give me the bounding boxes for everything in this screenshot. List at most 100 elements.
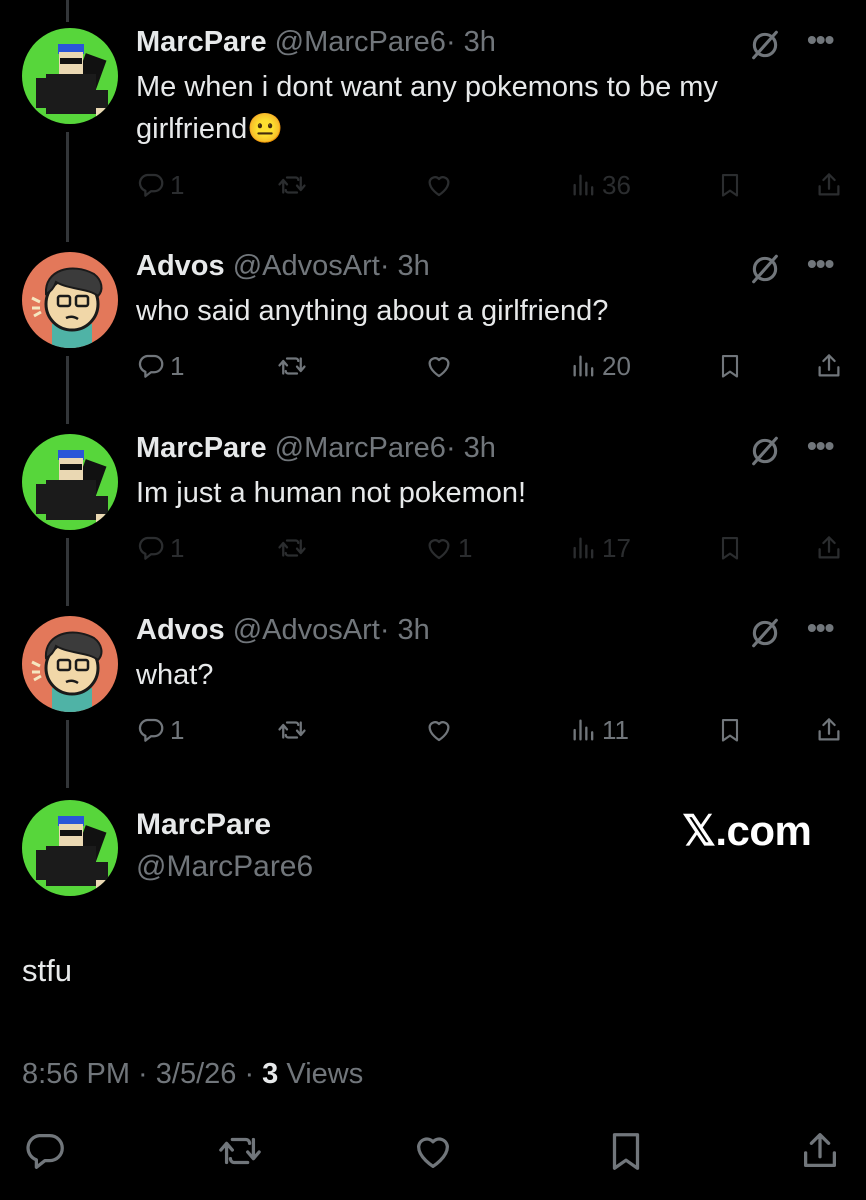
reply-button[interactable]: 1 [136, 528, 184, 568]
views-icon [573, 355, 594, 377]
author-name[interactable]: MarcPare [136, 808, 271, 842]
bookmark-button[interactable] [603, 1128, 649, 1179]
reply-button[interactable]: 1 [136, 710, 184, 750]
like-button[interactable] [424, 346, 458, 386]
avatar[interactable] [22, 800, 118, 896]
reply-button[interactable]: 1 [136, 346, 184, 386]
share-button[interactable] [797, 1128, 843, 1179]
views-count: 20 [602, 350, 631, 381]
tweet-time[interactable]: · 3h [446, 26, 496, 58]
tweet-text-body: Me when i dont want any pokemons to be m… [136, 71, 718, 145]
thread-line [66, 0, 69, 22]
reply-icon [138, 354, 164, 378]
reply-button[interactable]: 1 [136, 165, 184, 205]
reply-icon [26, 1134, 64, 1169]
retweet-icon [278, 539, 306, 557]
thread-line [66, 538, 69, 606]
like-button[interactable]: 1 [424, 528, 472, 568]
views-button[interactable]: 20 [570, 346, 631, 386]
more-icon[interactable]: ••• [807, 430, 834, 462]
reply-count: 1 [170, 169, 185, 200]
like-button[interactable] [410, 1128, 456, 1179]
author-name[interactable]: Advos [136, 250, 225, 282]
bookmark-button[interactable] [716, 165, 744, 205]
thread-line [66, 356, 69, 424]
retweet-button[interactable] [276, 528, 312, 568]
retweet-button[interactable] [276, 346, 312, 386]
retweet-button[interactable] [276, 165, 312, 205]
author-name[interactable]: MarcPare [136, 432, 267, 464]
reply-button[interactable] [22, 1128, 68, 1179]
tweet-text: who said anything about a girlfriend? [136, 290, 826, 332]
views-button[interactable]: 17 [570, 528, 631, 568]
tweet-header: Advos @AdvosArt· 3h [136, 614, 430, 647]
action-bar: 1 1 17 [136, 528, 846, 568]
share-icon [818, 536, 840, 559]
action-bar: 1 20 [136, 346, 846, 386]
retweet-button[interactable] [216, 1128, 264, 1179]
tweet-time[interactable]: · 3h [380, 614, 430, 646]
reply-count: 1 [170, 350, 185, 381]
more-icon[interactable]: ••• [807, 612, 834, 644]
views-button[interactable]: 11 [570, 710, 629, 750]
reply-icon [138, 536, 164, 560]
slash-circle-icon[interactable] [748, 616, 782, 650]
share-button[interactable] [814, 710, 844, 750]
heart-icon [428, 539, 450, 560]
author-handle[interactable]: @MarcPare6 [136, 850, 313, 884]
tweet-meta: 8:56 PM · 3/5/26 · 3 Views [22, 1058, 363, 1091]
retweet-icon [278, 357, 306, 375]
more-icon[interactable]: ••• [807, 248, 834, 280]
bookmark-icon [612, 1133, 640, 1170]
author-handle[interactable]: @AdvosArt [233, 614, 380, 646]
share-button[interactable] [814, 165, 844, 205]
tweet-time[interactable]: · 3h [380, 250, 430, 282]
author-name[interactable]: Advos [136, 614, 225, 646]
retweet-icon [278, 176, 306, 194]
author-handle[interactable]: @AdvosArt [233, 250, 380, 282]
bookmark-icon [721, 719, 739, 742]
like-button[interactable] [424, 165, 458, 205]
retweet-icon [219, 1137, 261, 1165]
action-bar: 1 36 [136, 165, 846, 205]
bookmark-button[interactable] [716, 346, 744, 386]
timestamp[interactable]: 8:56 PM · 3/5/26 · [22, 1058, 262, 1090]
slash-circle-icon[interactable] [748, 252, 782, 286]
bookmark-icon [721, 537, 739, 560]
avatar[interactable] [22, 28, 118, 124]
bookmark-button[interactable] [716, 710, 744, 750]
bookmark-icon [721, 355, 739, 378]
author-handle[interactable]: @MarcPare6 [275, 26, 446, 58]
heart-icon [428, 357, 450, 378]
tweet-header: Advos @AdvosArt· 3h [136, 250, 430, 283]
views-button[interactable]: 36 [570, 165, 631, 205]
slash-circle-icon[interactable] [748, 28, 782, 62]
views-count: 3 [262, 1058, 279, 1090]
tweet-text: Me when i dont want any pokemons to be m… [136, 66, 826, 150]
views-icon [573, 174, 594, 196]
tweet-time[interactable]: · 3h [446, 432, 496, 464]
tweet-text-body: who said anything about a girlfriend? [136, 295, 609, 327]
author-name[interactable]: MarcPare [136, 26, 267, 58]
slash-circle-icon[interactable] [748, 434, 782, 468]
reply-icon [138, 173, 164, 197]
avatar[interactable] [22, 434, 118, 530]
views-label: Views [278, 1058, 364, 1090]
tweet-text-body: what? [136, 659, 214, 691]
heart-icon [428, 721, 450, 742]
share-icon [818, 354, 840, 377]
tweet-text: what? [136, 654, 826, 696]
tweet-text: Im just a human not pokemon! [136, 472, 826, 514]
avatar[interactable] [22, 252, 118, 348]
main-action-bar [0, 1128, 866, 1178]
share-button[interactable] [814, 528, 844, 568]
author-handle[interactable]: @MarcPare6 [275, 432, 446, 464]
share-button[interactable] [814, 346, 844, 386]
views-icon [573, 537, 594, 559]
like-count: 1 [458, 532, 473, 563]
retweet-button[interactable] [276, 710, 312, 750]
avatar[interactable] [22, 616, 118, 712]
bookmark-button[interactable] [716, 528, 744, 568]
more-icon[interactable]: ••• [807, 24, 834, 56]
like-button[interactable] [424, 710, 458, 750]
